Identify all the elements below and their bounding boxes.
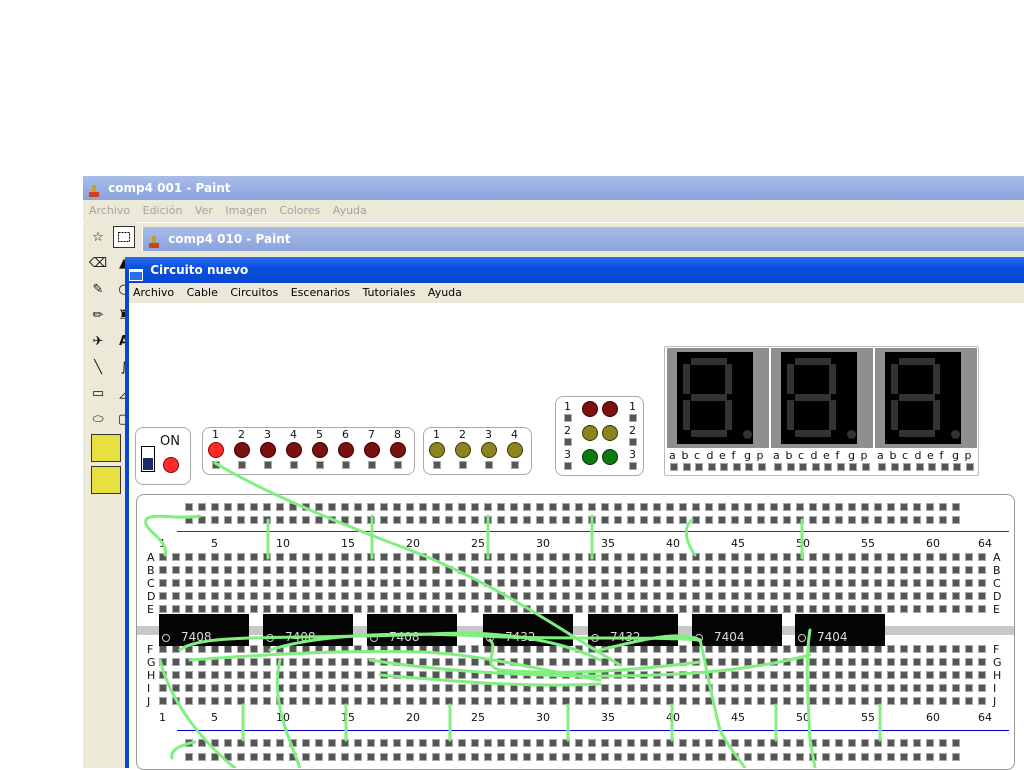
hand-drawn-wires xyxy=(144,461,882,768)
wire xyxy=(170,740,197,760)
wire xyxy=(684,518,697,557)
wire xyxy=(158,658,237,768)
wire xyxy=(275,658,302,768)
wire xyxy=(805,628,817,768)
wire xyxy=(598,634,747,768)
wire xyxy=(144,514,202,557)
